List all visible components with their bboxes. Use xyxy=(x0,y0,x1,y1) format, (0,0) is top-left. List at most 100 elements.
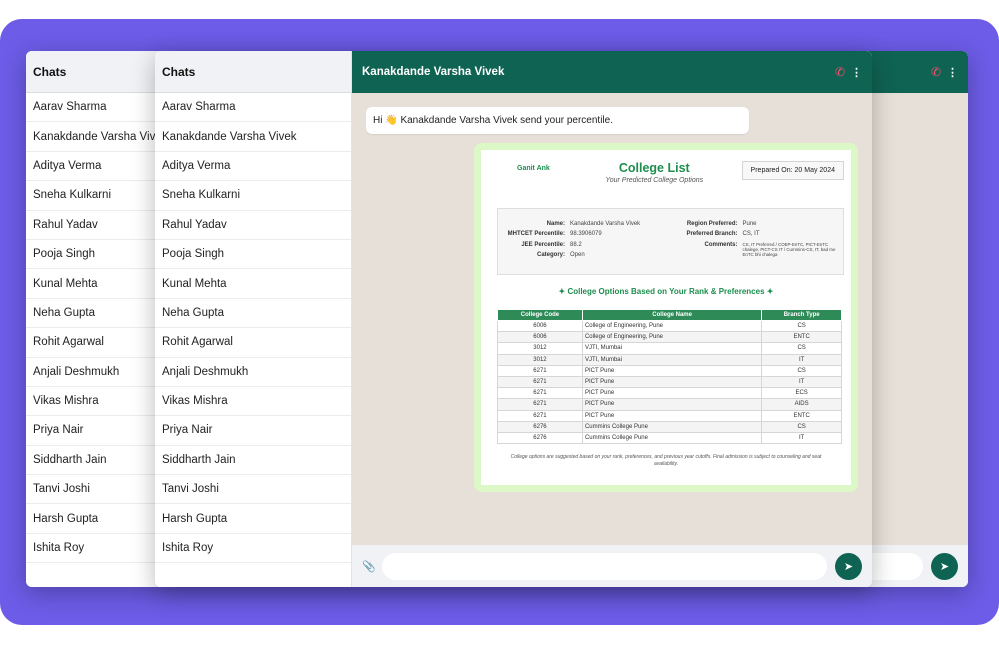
table-cell: ENTC xyxy=(761,409,842,422)
table-cell: 3012 xyxy=(497,353,583,366)
contact-name: Kanakdande Varsha Vivek xyxy=(362,66,505,78)
table-cell: ENTC xyxy=(761,331,842,344)
table-cell: ECS xyxy=(761,387,842,400)
table-cell: 3012 xyxy=(497,342,583,355)
footnote: College options are suggested based on y… xyxy=(510,454,822,468)
send-button[interactable]: ➤ xyxy=(931,552,958,580)
header-actions: ✆ ⋮ xyxy=(931,65,958,79)
chat-window-front: Chats Aarav Sharma Kanakdande Varsha Vive… xyxy=(155,51,872,587)
send-icon: ➤ xyxy=(843,560,854,573)
detail-label: Region Preferred: xyxy=(686,221,738,227)
conversation-header: Kanakdande Varsha Vivek ✆ ⋮ xyxy=(352,51,872,93)
chat-list-item[interactable]: Aditya Verma xyxy=(155,152,351,182)
chat-list-item[interactable]: Rahul Yadav xyxy=(155,211,351,240)
send-icon: ➤ xyxy=(939,560,950,573)
detail-value: Pune xyxy=(742,221,757,227)
table-row: 6271PICT PuneECS xyxy=(497,387,842,400)
chat-list-item[interactable]: Anjali Deshmukh xyxy=(155,358,351,387)
document-message-bubble[interactable]: Ganit Ank College List Your Predicted Co… xyxy=(474,143,858,492)
header-actions: ✆ ⋮ xyxy=(835,65,862,79)
detail-row: Category: Open xyxy=(498,252,668,259)
table-cell: Cummins College Pune xyxy=(581,420,763,433)
table-row: 6271PICT PuneCS xyxy=(497,364,842,377)
table-row: 6271PICT PuneAIDS xyxy=(497,398,842,411)
incoming-message-text: Hi 👋 Kanakdande Varsha Vivek send your p… xyxy=(373,115,613,126)
table-row: 3012VJTI, MumbaiIT xyxy=(497,353,842,366)
detail-row: Name: Kanakdande Varsha Vivek xyxy=(498,221,668,228)
college-list-document: Ganit Ank College List Your Predicted Co… xyxy=(481,150,851,485)
chat-list-item[interactable]: Siddharth Jain xyxy=(155,446,351,476)
table-cell: VJTI, Mumbai xyxy=(581,342,763,355)
chat-list-item[interactable]: Neha Gupta xyxy=(155,299,351,329)
column-header: College Code xyxy=(497,309,583,321)
table-cell: VJTI, Mumbai xyxy=(581,353,763,366)
detail-label: Preferred Branch: xyxy=(686,231,738,238)
table-cell: IT xyxy=(761,375,842,389)
detail-row: JEE Percentile: 88.2 xyxy=(498,242,668,249)
kebab-menu-icon[interactable]: ⋮ xyxy=(851,66,862,79)
chat-list-item[interactable]: Tanvi Joshi xyxy=(155,475,351,505)
table-header-row: College CodeCollege NameBranch Type xyxy=(497,309,842,321)
chat-list-item[interactable]: Priya Nair xyxy=(155,416,351,446)
chat-list-item[interactable]: Kunal Mehta xyxy=(155,269,351,299)
table-cell: AIDS xyxy=(761,398,842,411)
table-cell: IT xyxy=(761,353,842,366)
table-row: 6276Cummins College PuneIT xyxy=(497,431,842,445)
phone-icon[interactable]: ✆ xyxy=(931,65,941,79)
chat-list: Aarav Sharma Kanakdande Varsha Vivek Adity… xyxy=(155,93,351,564)
table-row: 6006College of Engineering, PuneCS xyxy=(497,319,842,333)
table-row: 6271PICT PuneIT xyxy=(497,375,842,389)
table-body: 6006College of Engineering, PuneCS6006Co… xyxy=(497,319,842,445)
table-cell: PICT Pune xyxy=(581,409,763,422)
table-cell: College of Engineering, Pune xyxy=(581,331,763,344)
paperclip-icon[interactable]: 📎 xyxy=(362,560,382,573)
detail-value: 88.2 xyxy=(570,241,582,248)
chat-list-item[interactable]: Kanakdande Varsha Vivek xyxy=(155,122,351,152)
detail-label: JEE Percentile: xyxy=(521,241,565,248)
document-subtitle: Your Predicted College Options xyxy=(605,177,704,184)
message-composer: 📎 ➤ xyxy=(352,545,872,587)
chat-list-item[interactable]: Sneha Kulkarni xyxy=(155,181,351,211)
chat-list-item[interactable]: Pooja Singh xyxy=(155,240,351,270)
title-box: College List Your Predicted College Opti… xyxy=(605,161,703,184)
sidebar-title: Chats xyxy=(155,51,351,93)
send-button[interactable]: ➤ xyxy=(835,552,862,580)
table-cell: PICT Pune xyxy=(581,375,763,389)
table-cell: CS xyxy=(761,420,842,433)
phone-icon[interactable]: ✆ xyxy=(835,65,845,79)
table-cell: 6271 xyxy=(497,409,583,422)
table-cell: 6271 xyxy=(497,375,583,389)
college-table: College CodeCollege NameBranch Type 6006… xyxy=(497,309,842,445)
details-left: Name: Kanakdande Varsha Vivek MHTCET Perce… xyxy=(498,221,668,274)
chat-list-item[interactable]: Ishita Roy xyxy=(155,534,351,564)
table-row: 6276Cummins College PuneCS xyxy=(497,420,842,433)
table-cell: CS xyxy=(761,364,842,377)
detail-value: Open xyxy=(570,251,585,258)
table-cell: College of Engineering, Pune xyxy=(581,319,763,333)
chat-list-item[interactable]: Rohit Agarwal xyxy=(155,328,351,358)
table-cell: 6271 xyxy=(497,398,583,411)
table-cell: Cummins College Pune xyxy=(581,431,763,445)
conversation-pane-front: Kanakdande Varsha Vivek ✆ ⋮ Hi 👋 Kanakda… xyxy=(352,51,872,587)
table-cell: IT xyxy=(761,431,842,445)
detail-row: Preferred Branch: CS, IT xyxy=(668,231,838,238)
detail-label: MHTCET Percentile: xyxy=(507,231,565,238)
table-row: 3012VJTI, MumbaiCS xyxy=(497,342,842,355)
kebab-menu-icon[interactable]: ⋮ xyxy=(947,66,958,79)
detail-value: 98.3906079 xyxy=(570,231,602,238)
column-header: Branch Type xyxy=(761,309,842,321)
document-header: Ganit Ank College List Your Predicted Co… xyxy=(488,158,844,196)
table-cell: 6006 xyxy=(497,319,583,333)
detail-value: CS, IT Preferred / COEP-EnTC, PICT-EnTC … xyxy=(742,241,836,257)
chat-list-item[interactable]: Vikas Mishra xyxy=(155,387,351,417)
chat-list-item[interactable]: Harsh Gupta xyxy=(155,504,351,534)
table-cell: 6271 xyxy=(497,387,583,400)
detail-value: Kanakdande Varsha Vivek xyxy=(570,221,641,227)
message-input[interactable] xyxy=(382,552,827,580)
student-details: Name: Kanakdande Varsha Vivek MHTCET Perce… xyxy=(497,208,844,275)
chat-list-item[interactable]: Aarav Sharma xyxy=(155,93,351,123)
brand-name: Ganit Ank xyxy=(517,165,550,172)
detail-row: Region Preferred: Pune xyxy=(668,221,838,228)
detail-value: CS, IT xyxy=(742,231,760,238)
prepared-date: Prepared On: 20 May 2024 xyxy=(741,161,844,180)
